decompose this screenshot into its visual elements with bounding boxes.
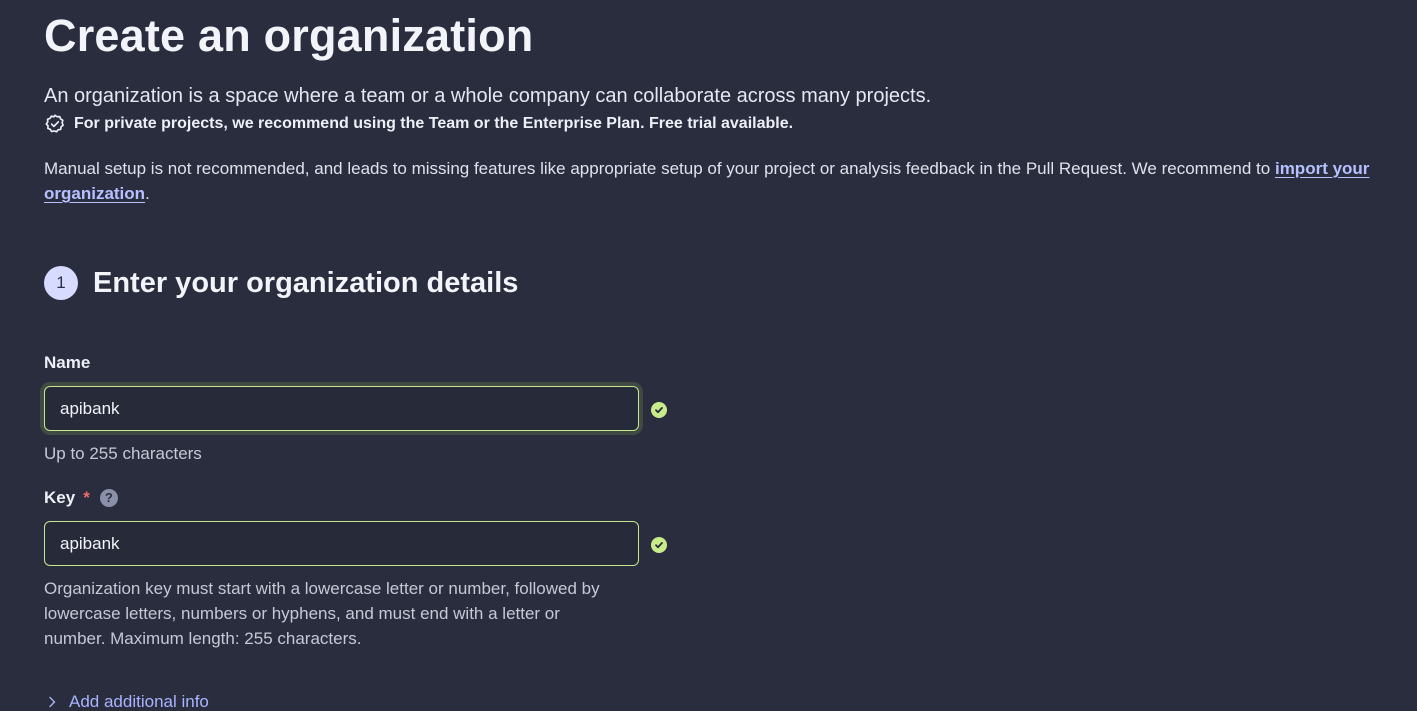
manual-setup-text: Manual setup is not recommended, and lea… [44, 159, 1275, 178]
step-number-badge: 1 [44, 266, 78, 300]
help-icon[interactable]: ? [99, 488, 118, 507]
step-header: 1 Enter your organization details [44, 266, 518, 300]
key-label: Key *? [44, 488, 118, 508]
chevron-right-icon [44, 694, 60, 710]
key-hint-line: Organization key must start with a lower… [44, 579, 600, 598]
page-title: Create an organization [44, 10, 534, 61]
plan-recommendation-text: For private projects, we recommend using… [74, 115, 794, 132]
create-organization-page: Create an organization An organization i… [0, 0, 1417, 711]
add-additional-info-toggle[interactable]: Add additional info [44, 692, 209, 711]
name-input[interactable] [44, 386, 639, 431]
name-hint: Up to 255 characters [44, 444, 202, 463]
key-label-text: Key [44, 488, 76, 507]
badge-check-icon [44, 113, 66, 135]
intro-text: An organization is a space where a team … [44, 85, 932, 107]
check-circle-icon [651, 537, 667, 553]
check-circle-icon [651, 402, 667, 418]
add-additional-info-label: Add additional info [69, 692, 209, 711]
step-title: Enter your organization details [93, 266, 519, 299]
name-label: Name [44, 353, 91, 372]
manual-setup-suffix: . [145, 184, 150, 203]
manual-setup-warning: Manual setup is not recommended, and lea… [44, 156, 1384, 206]
key-hint-line: number. Maximum length: 255 characters. [44, 629, 362, 648]
required-marker: * [83, 488, 90, 507]
key-hint: Organization key must start with a lower… [44, 576, 600, 651]
key-input[interactable] [44, 521, 639, 566]
key-hint-line: lowercase letters, numbers or hyphens, a… [44, 604, 560, 623]
plan-recommendation: For private projects, we recommend using… [44, 112, 793, 136]
